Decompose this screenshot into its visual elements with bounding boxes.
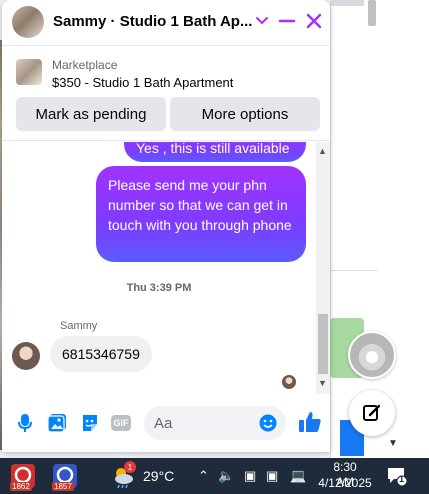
listing-title[interactable]: $350 - Studio 1 Bath Apartment — [52, 75, 233, 90]
message-list: Yes , this is still available Please sen… — [2, 142, 316, 394]
scroll-down-arrow[interactable]: ▼ — [318, 378, 327, 388]
windows-taskbar: 1862 1857 1 29°C ⌃ 🔈 ▣ ▣ 💻 8:30 AM 4/12/… — [0, 458, 429, 494]
phone-link-icon[interactable]: ▣ — [244, 468, 256, 484]
taskbar-app-2[interactable]: 1857 — [50, 461, 80, 491]
chevron-down-icon[interactable] — [254, 12, 270, 28]
chevron-up-icon[interactable]: ⌃ — [198, 468, 209, 484]
message-scrollbar[interactable]: ▲ ▼ — [316, 142, 330, 394]
scroll-up-arrow[interactable]: ▲ — [318, 146, 327, 156]
chat-title[interactable]: Sammy · Studio 1 Bath Ap... — [53, 13, 252, 30]
minimize-icon[interactable] — [278, 12, 296, 30]
app-badge: 1862 — [10, 482, 32, 491]
sticker-icon[interactable] — [79, 412, 101, 434]
sender-name: Sammy — [60, 320, 98, 332]
background-divider — [330, 270, 378, 271]
chat-header[interactable]: Sammy · Studio 1 Bath Ap... — [2, 0, 330, 46]
notification-icon — [388, 468, 408, 487]
photo-icon[interactable] — [46, 412, 68, 434]
page-scrollbar-track — [378, 0, 429, 458]
listing-actions: Mark as pending More options — [16, 97, 320, 131]
message-timestamp: Thu 3:39 PM — [126, 282, 192, 294]
thumbs-up-icon[interactable] — [297, 409, 323, 435]
taskbar-app-1[interactable]: 1862 — [8, 461, 38, 491]
camera-icon[interactable]: ▣ — [266, 468, 278, 484]
listing-avatar[interactable] — [12, 6, 44, 38]
sender-avatar[interactable] — [12, 342, 40, 370]
gif-label: GIF — [111, 415, 131, 431]
seen-indicator-avatar — [282, 375, 296, 389]
more-options-button[interactable]: More options — [170, 97, 320, 131]
new-message-button[interactable] — [349, 390, 395, 436]
chat-head-avatar[interactable] — [348, 331, 396, 379]
compose-icon — [363, 404, 381, 421]
weather-badge: 1 — [124, 461, 136, 473]
page-scrollbar-down-arrow[interactable]: ▼ — [388, 438, 398, 449]
listing-thumbnail[interactable] — [16, 59, 42, 85]
listing-source: Marketplace — [52, 58, 118, 72]
incoming-message: 6815346759 — [50, 336, 152, 372]
gif-icon[interactable]: GIF — [110, 412, 132, 434]
message-scrollbar-thumb[interactable] — [318, 314, 328, 374]
clock-date[interactable]: 4/12/2025 — [318, 476, 372, 491]
emoji-icon[interactable] — [259, 414, 277, 432]
mark-as-pending-button[interactable]: Mark as pending — [16, 97, 166, 131]
microphone-icon[interactable] — [14, 412, 36, 434]
volume-icon[interactable]: 🔈 — [218, 468, 234, 484]
notification-count: 1 — [399, 474, 405, 484]
close-icon[interactable] — [304, 11, 324, 31]
message-composer: GIF — [2, 396, 330, 452]
temperature[interactable]: 29°C — [143, 468, 174, 484]
notification-center[interactable]: 1 — [386, 465, 408, 487]
outgoing-message: Yes , this is still available — [124, 142, 306, 162]
network-icon[interactable]: 💻 — [290, 468, 306, 484]
marketplace-listing-banner: Marketplace $350 - Studio 1 Bath Apartme… — [2, 47, 330, 141]
background-strip — [330, 0, 364, 6]
page-scrollbar-thumb[interactable] — [368, 0, 376, 26]
app-badge: 1857 — [52, 482, 74, 491]
chat-window: Sammy · Studio 1 Bath Ap... Marketplace … — [2, 0, 330, 452]
outgoing-message: Please send me your phn number so that w… — [96, 166, 306, 262]
